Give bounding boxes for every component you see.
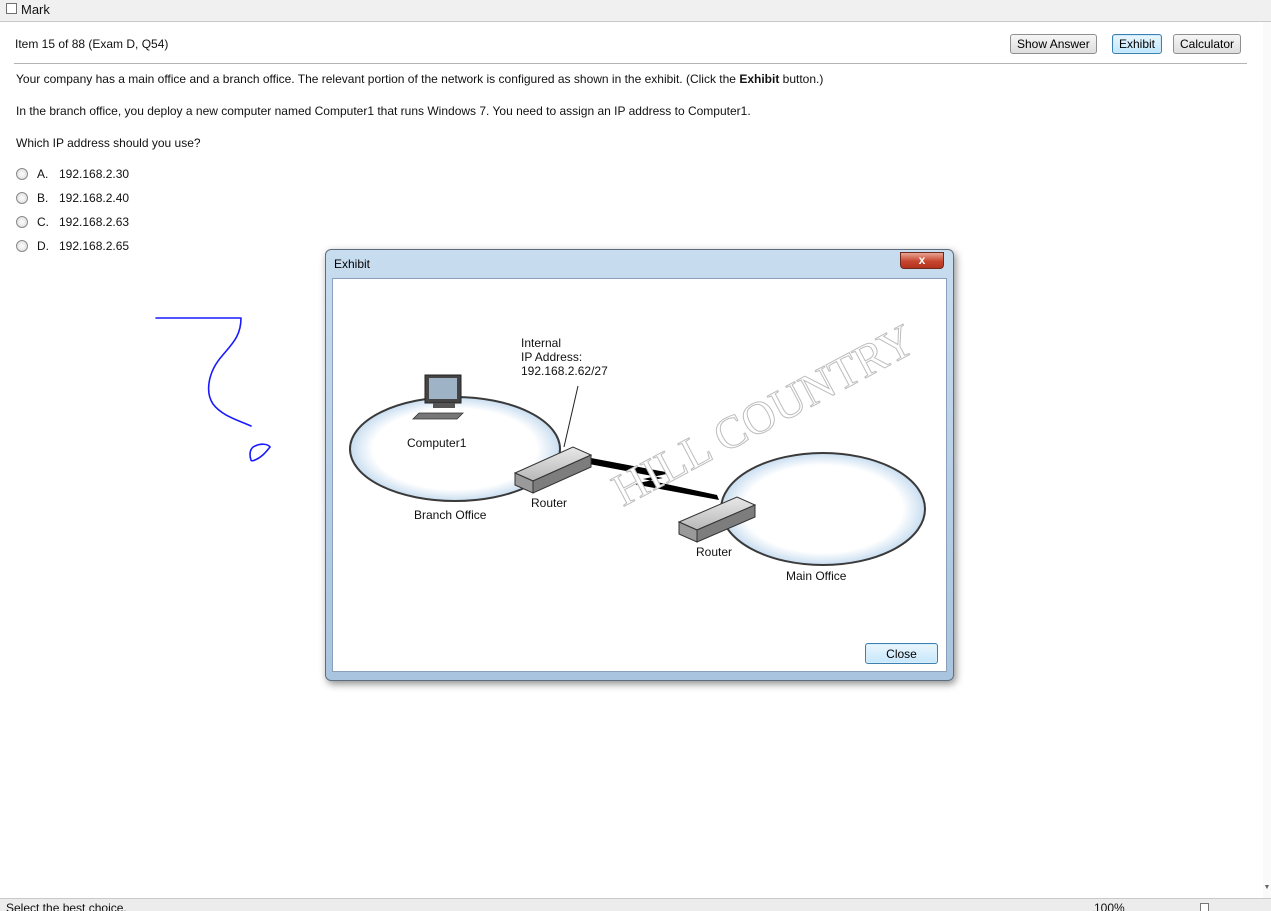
callout-line-1: Internal: [521, 336, 561, 350]
callout-line: [563, 385, 579, 448]
vertical-scrollbar[interactable]: [1263, 22, 1271, 898]
exhibit-bold-text: Exhibit: [739, 72, 780, 86]
exhibit-button[interactable]: Exhibit: [1112, 34, 1163, 54]
question-text-1b: button.): [779, 72, 824, 86]
exhibit-content: Internal IP Address: 192.168.2.62/27 Com…: [332, 278, 947, 672]
calculator-button[interactable]: Calculator: [1173, 34, 1242, 54]
main-office-label: Main Office: [786, 569, 847, 583]
callout-line-2: IP Address:: [521, 350, 582, 364]
callout-line-3: 192.168.2.62/27: [521, 364, 608, 378]
exhibit-dialog: Exhibit x Internal IP Address: 192.168.2…: [325, 249, 954, 681]
show-answer-button[interactable]: Show Answer: [1010, 34, 1097, 54]
close-icon[interactable]: x: [900, 252, 944, 269]
scroll-down-icon[interactable]: ▼: [1263, 884, 1271, 894]
status-bar: Select the best choice. 100%: [0, 898, 1271, 911]
computer-label: Computer1: [407, 436, 467, 450]
dialog-title: Exhibit: [334, 257, 371, 271]
branch-office-label: Branch Office: [414, 508, 487, 522]
network-diagram: Internal IP Address: 192.168.2.62/27 Com…: [349, 313, 926, 583]
close-button[interactable]: Close: [865, 643, 938, 664]
branch-router-label: Router: [531, 496, 567, 510]
main-router-label: Router: [696, 545, 732, 559]
handwritten-ink-annotation: [155, 317, 271, 462]
